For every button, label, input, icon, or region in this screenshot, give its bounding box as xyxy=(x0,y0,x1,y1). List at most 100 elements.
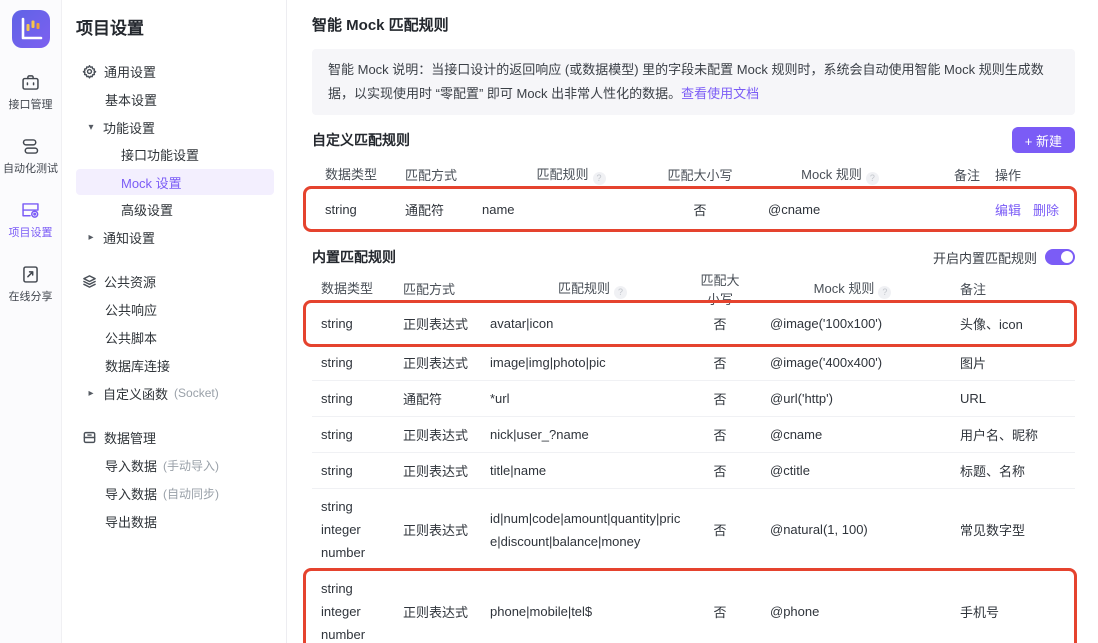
cell-type: string xyxy=(325,198,405,221)
app-window: 接口管理自动化测试项目设置在线分享 项目设置 通用设置基本设置▾功能设置接口功能… xyxy=(0,0,1098,643)
rail-item-share[interactable]: 在线分享 xyxy=(3,264,58,304)
help-icon[interactable]: ? xyxy=(878,286,891,299)
rail-items: 接口管理自动化测试项目设置在线分享 xyxy=(3,48,58,304)
column-header-label: 匹配方式 xyxy=(405,168,457,183)
sidebar-item-label: 导出数据 xyxy=(105,512,157,531)
cell-note: 用户名、昵称 xyxy=(960,425,1075,444)
rail-item-autotest[interactable]: 自动化测试 xyxy=(3,136,58,176)
share-doc-icon xyxy=(20,264,41,285)
cell-case: 否 xyxy=(695,425,745,444)
cell-case: 否 xyxy=(695,520,745,539)
cell-rule: title|name xyxy=(490,459,695,482)
column-header: 备注 xyxy=(960,279,1075,298)
cell-rule: nick|user_?name xyxy=(490,423,695,446)
cell-case: 否 xyxy=(695,314,745,333)
sidebar-item-功能设置[interactable]: ▾功能设置 xyxy=(76,113,274,141)
cell-mock: @cname xyxy=(745,427,960,442)
builtin-rules-toggle[interactable] xyxy=(1045,249,1075,265)
cell-method: 正则表达式 xyxy=(403,520,490,539)
help-icon[interactable]: ? xyxy=(614,286,627,299)
cell-note: URL xyxy=(960,391,1075,406)
rail-item-label: 项目设置 xyxy=(9,224,53,240)
sidebar-item-通知设置[interactable]: ▸ 通知设置 xyxy=(76,223,274,251)
chevron-down-icon: ▾ xyxy=(86,122,96,133)
column-header-label: 备注 xyxy=(954,168,980,183)
column-header-label: 匹配大小写 xyxy=(667,168,732,183)
sidebar-item-基本设置[interactable]: 基本设置 xyxy=(76,85,274,113)
sidebar-item-高级设置[interactable]: 高级设置 xyxy=(76,196,274,223)
sidebar-item-数据库连接[interactable]: 数据库连接 xyxy=(76,351,274,379)
cell-method: 通配符 xyxy=(405,200,482,219)
view-docs-link[interactable]: 查看使用文档 xyxy=(681,86,759,101)
column-header-label: 操作 xyxy=(995,165,1021,184)
cell-note: 图片 xyxy=(960,353,1075,372)
toggle-knob xyxy=(1061,251,1073,263)
sidebar-item-label: 公共脚本 xyxy=(105,328,157,347)
sidebar-item-公共脚本[interactable]: 公共脚本 xyxy=(76,323,274,351)
sidebar-item-label: 导入数据 xyxy=(105,484,157,503)
column-header-label: 数据类型 xyxy=(321,281,373,296)
page-title: 智能 Mock 匹配规则 xyxy=(312,14,1075,35)
cell-mock: @phone xyxy=(745,604,960,619)
column-header: 匹配规则? xyxy=(482,163,660,186)
column-header-label: 匹配方式 xyxy=(403,282,455,297)
column-header: 备注 xyxy=(940,165,990,184)
rail-item-api[interactable]: 接口管理 xyxy=(3,72,58,112)
sidebar-item-label: 自定义函数 xyxy=(103,384,168,403)
cell-rule: phone|mobile|tel$ xyxy=(490,600,695,623)
builtin-toggle-label: 开启内置匹配规则 xyxy=(933,248,1037,267)
toolbox-icon xyxy=(20,72,41,93)
app-logo-chart-icon[interactable] xyxy=(12,10,50,48)
sidebar-item-label: 导入数据 xyxy=(105,456,157,475)
sidebar-item-label: 通知设置 xyxy=(103,228,155,247)
layers-icon xyxy=(82,274,97,289)
sidebar-item-导入数据[interactable]: 导入数据 (手动导入) xyxy=(76,451,274,479)
sidebar-item-label: 接口功能设置 xyxy=(121,145,199,164)
sidebar-item-Mock 设置[interactable]: Mock 设置 xyxy=(76,169,274,195)
sidebar-item-公共资源[interactable]: 公共资源 xyxy=(76,267,274,295)
cell-method: 正则表达式 xyxy=(403,425,490,444)
delete-link[interactable]: 删除 xyxy=(1033,200,1059,219)
table-header-row: 数据类型匹配方式匹配规则?匹配大小写Mock 规则?备注 xyxy=(312,275,1075,303)
sidebar-item-label: 高级设置 xyxy=(121,200,173,219)
sidebar-item-自定义函数[interactable]: ▸自定义函数(Socket) xyxy=(76,379,274,407)
sidebar-item-导入数据[interactable]: 导入数据 (自动同步) xyxy=(76,479,274,507)
project-settings-icon xyxy=(20,200,41,221)
stack-icon xyxy=(20,136,41,157)
cell-rule: image|img|photo|pic xyxy=(490,351,695,374)
sidebar-item-suffix: (手动导入) xyxy=(163,457,219,474)
builtin-toggle-wrap: 开启内置匹配规则 xyxy=(933,248,1075,267)
column-header-label: Mock 规则 xyxy=(814,281,875,296)
sidebar-item-公共响应[interactable]: 公共响应 xyxy=(76,295,274,323)
sidebar-item-suffix: (自动同步) xyxy=(163,485,219,502)
cell-type: string xyxy=(321,312,403,335)
sidebar-item-数据管理[interactable]: 数据管理 xyxy=(76,423,274,451)
cell-type: string xyxy=(321,459,403,482)
cell-type: string xyxy=(321,423,403,446)
database-icon xyxy=(82,430,97,445)
column-header-label: 备注 xyxy=(960,282,986,297)
help-icon[interactable]: ? xyxy=(593,172,606,185)
rail-item-project[interactable]: 项目设置 xyxy=(3,200,58,240)
left-icon-rail: 接口管理自动化测试项目设置在线分享 xyxy=(0,0,62,643)
cell-case: 否 xyxy=(695,602,745,621)
column-header: 数据类型 xyxy=(321,277,403,300)
sidebar-items: 通用设置基本设置▾功能设置接口功能设置 Mock 设置高级设置 ▸ 通知设置公共资源公… xyxy=(76,57,274,535)
column-header: 匹配方式 xyxy=(405,165,482,184)
column-header: 匹配大小写 xyxy=(660,165,740,184)
sidebar-item-接口功能设置[interactable]: 接口功能设置 xyxy=(76,141,274,168)
sidebar-item-导出数据[interactable]: 导出数据 xyxy=(76,507,274,535)
column-header: Mock 规则? xyxy=(740,164,940,185)
chevron-right-icon: ▸ xyxy=(86,232,96,243)
chevron-right-icon: ▸ xyxy=(86,388,96,399)
edit-link[interactable]: 编辑 xyxy=(995,200,1021,219)
sidebar-item-label: 公共响应 xyxy=(105,300,157,319)
custom-rules-section-header: 自定义匹配规则 + 新建 xyxy=(312,127,1075,153)
cell-rule: avatar|icon xyxy=(490,312,695,335)
table-row: string正则表达式title|name否@ctitle标题、名称 xyxy=(312,453,1075,489)
rail-item-label: 接口管理 xyxy=(9,96,53,112)
sidebar-item-通用设置[interactable]: 通用设置 xyxy=(76,57,274,85)
help-icon[interactable]: ? xyxy=(866,172,879,185)
cell-mock: @natural(1, 100) xyxy=(745,522,960,537)
new-rule-button[interactable]: + 新建 xyxy=(1012,127,1075,153)
